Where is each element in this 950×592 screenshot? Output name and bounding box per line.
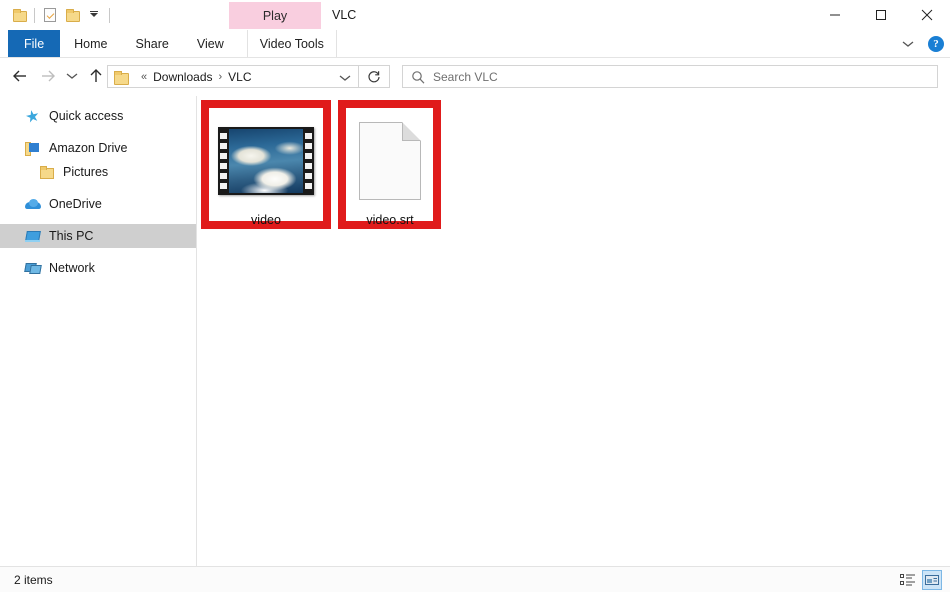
minimize-button[interactable]: [812, 0, 858, 30]
breadcrumb-item-vlc[interactable]: VLC: [228, 70, 251, 84]
breadcrumb-folder-icon: [114, 70, 129, 85]
window-title: VLC: [332, 8, 357, 22]
address-bar: « Downloads › VLC Search VLC: [0, 58, 950, 94]
new-folder-icon[interactable]: [61, 4, 83, 26]
details-view-button[interactable]: [898, 570, 918, 590]
sidebar-label-network: Network: [49, 261, 95, 275]
search-input[interactable]: Search VLC: [402, 65, 938, 88]
title-bar: Play VLC: [0, 0, 950, 30]
file-item-video[interactable]: video: [212, 114, 320, 228]
file-list-pane[interactable]: video video.srt: [198, 96, 950, 566]
folder-icon: [38, 166, 55, 179]
collapse-ribbon-icon[interactable]: [898, 34, 918, 54]
item-count: 2 items: [14, 573, 53, 587]
sidebar-item-pictures[interactable]: Pictures: [0, 160, 196, 184]
tab-video-tools[interactable]: Video Tools: [246, 30, 337, 58]
tab-share[interactable]: Share: [122, 30, 183, 58]
status-bar: 2 items: [0, 566, 950, 592]
sidebar-item-this-pc[interactable]: This PC: [0, 224, 196, 248]
window-controls: [812, 0, 950, 30]
sidebar-item-amazon-drive[interactable]: Amazon Drive: [0, 136, 196, 160]
ribbon-tab-strip: File Home Share View Video Tools ?: [0, 30, 950, 58]
sidebar-label-this-pc: This PC: [49, 229, 94, 243]
breadcrumb-item-downloads[interactable]: Downloads: [153, 70, 212, 84]
sidebar-label-pictures: Pictures: [63, 165, 109, 179]
help-icon[interactable]: ?: [928, 36, 944, 52]
sidebar-label-amazon-drive: Amazon Drive: [49, 141, 128, 155]
search-placeholder: Search VLC: [433, 69, 498, 84]
customize-caret-icon[interactable]: [83, 4, 105, 26]
amazon-drive-icon: [24, 142, 41, 156]
tab-home[interactable]: Home: [60, 30, 121, 58]
sidebar-label-onedrive: OneDrive: [49, 197, 102, 211]
file-label-video-srt: video.srt: [366, 213, 414, 227]
sidebar-label-quick-access: Quick access: [49, 109, 124, 123]
file-label-video: video: [251, 213, 281, 227]
sidebar-item-network[interactable]: Network: [0, 256, 196, 280]
blank-document-icon: [359, 114, 421, 208]
large-icons-view-button[interactable]: [922, 570, 942, 590]
up-button[interactable]: [82, 61, 110, 91]
qat-divider: [34, 7, 35, 23]
contextual-tab-group-play[interactable]: Play: [229, 2, 321, 29]
tab-view[interactable]: View: [183, 30, 238, 58]
cloud-icon: [24, 199, 41, 209]
maximize-button[interactable]: [858, 0, 904, 30]
breadcrumb-overflow[interactable]: «: [141, 71, 147, 83]
network-icon: [24, 262, 41, 274]
qat-folder-icon[interactable]: [8, 4, 30, 26]
breadcrumb[interactable]: « Downloads › VLC: [107, 65, 359, 88]
recent-locations-icon[interactable]: [62, 61, 82, 91]
file-item-video-srt[interactable]: video.srt: [346, 114, 434, 228]
sidebar-item-onedrive[interactable]: OneDrive: [0, 192, 196, 216]
forward-button[interactable]: [34, 61, 62, 91]
file-explorer-window: Play VLC File Home Share View Video Tool…: [0, 0, 950, 592]
video-thumbnail: [218, 114, 314, 208]
star-icon: [24, 110, 41, 123]
properties-icon[interactable]: [39, 4, 61, 26]
sidebar-item-quick-access[interactable]: Quick access: [0, 104, 196, 128]
qat-divider-2: [109, 7, 110, 23]
refresh-button[interactable]: [359, 65, 390, 88]
view-toggle-group: [898, 570, 942, 590]
computer-icon: [24, 230, 41, 242]
close-button[interactable]: [904, 0, 950, 30]
quick-access-toolbar: [8, 0, 114, 30]
tab-file[interactable]: File: [8, 30, 61, 58]
breadcrumb-separator: ›: [218, 70, 223, 83]
breadcrumb-dropdown-icon[interactable]: [333, 67, 357, 88]
back-button[interactable]: [6, 61, 34, 91]
navigation-pane: Quick access Amazon Drive Pictures OneDr…: [0, 96, 197, 566]
search-icon: [412, 70, 425, 84]
